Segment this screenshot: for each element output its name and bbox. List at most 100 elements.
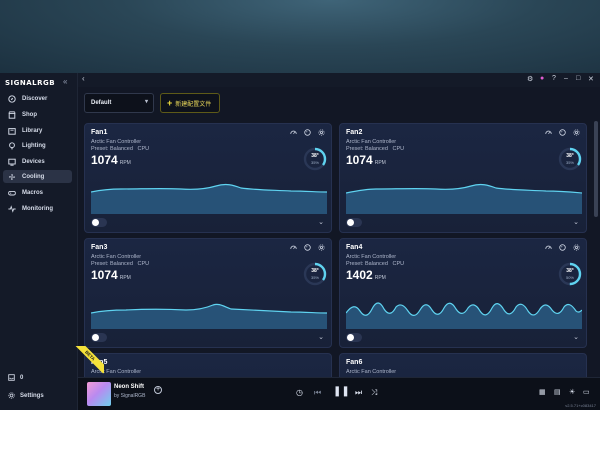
chevron-down-icon[interactable]: ⌄ [573, 333, 579, 341]
gear-icon[interactable] [573, 244, 580, 251]
pause-icon[interactable]: ❚❚ [333, 386, 350, 397]
sidebar-item-monitoring[interactable]: Monitoring [3, 202, 72, 215]
gauge-percent: 35% [565, 160, 574, 165]
fan-name: Fan6 [346, 359, 363, 366]
settings-label: Settings [20, 392, 44, 399]
gear-icon[interactable] [573, 129, 580, 136]
gauge-percent: 35% [310, 275, 319, 280]
help-icon[interactable]: ? [552, 75, 556, 82]
sidebar-item-lighting[interactable]: Lighting [3, 139, 72, 152]
fan-source: CPU [137, 146, 150, 152]
temperature-gauge [303, 147, 327, 171]
close-icon[interactable]: ✕ [588, 75, 594, 83]
library-icon [8, 127, 16, 135]
gear-icon[interactable] [318, 129, 325, 136]
add-effect-icon[interactable]: + [154, 386, 162, 394]
fan-speed-graph [346, 302, 582, 329]
fan-rpm-unit: RPM [374, 160, 386, 166]
fan-rpm-unit: RPM [374, 275, 386, 281]
fan-speed-graph [91, 303, 327, 329]
fan-speed-graph [91, 183, 327, 214]
palette-icon[interactable] [559, 129, 566, 136]
fan-enable-toggle[interactable] [91, 218, 107, 227]
collapse-sidebar-icon[interactable]: « [63, 77, 67, 86]
gauge-temperature: 38° [566, 153, 574, 159]
chevron-down-icon[interactable]: ⌄ [318, 333, 324, 341]
desktop-wallpaper [0, 0, 600, 73]
fan-rpm-unit: RPM [119, 275, 131, 281]
chevron-down-icon[interactable]: ⌄ [318, 218, 324, 226]
minimize-icon[interactable]: – [564, 75, 568, 82]
maximize-icon[interactable]: □ [576, 75, 580, 82]
screen-icon[interactable]: ▭ [583, 388, 590, 396]
fan-controller: Arctic Fan Controller [346, 254, 397, 260]
notifications-button[interactable]: 0 [8, 374, 23, 381]
fan-rpm-value: 1074 [91, 268, 118, 282]
fan-enable-toggle[interactable] [91, 333, 107, 342]
fan-preset: Preset: Balanced CPU [346, 146, 404, 152]
fan-card: Fan3 Arctic Fan Controller Preset: Balan… [84, 238, 332, 348]
fan-icon [8, 173, 16, 181]
sidebar-item-library[interactable]: Library [3, 124, 72, 137]
app-version: v2.5.71+c083417 [565, 403, 596, 408]
title-bar: ‹ ⚙ ● ? – □ ✕ [78, 73, 600, 87]
sidebar-item-discover[interactable]: Discover [3, 92, 72, 105]
gear-icon[interactable] [318, 244, 325, 251]
pulse-icon [8, 204, 16, 213]
speedometer-icon[interactable] [545, 129, 552, 136]
notification-bell-icon[interactable]: ● [540, 75, 544, 82]
grid-icon[interactable]: ▦ [539, 388, 546, 396]
brightness-icon[interactable]: ☀ [569, 388, 575, 396]
fan-controller: Arctic Fan Controller [91, 139, 142, 145]
sidebar-item-label: Library [22, 127, 43, 134]
fan-actions [545, 244, 580, 251]
palette-icon[interactable] [559, 244, 566, 251]
fan-enable-toggle[interactable] [346, 333, 362, 342]
gear-icon[interactable]: ⚙ [527, 75, 533, 83]
sidebar-item-devices[interactable]: Devices [3, 155, 72, 168]
fan-source: CPU [137, 261, 150, 267]
shuffle-icon[interactable]: ⤨ [371, 388, 377, 398]
layout-icon[interactable]: ▤ [554, 388, 561, 396]
notifications-count: 0 [20, 374, 24, 381]
profile-dropdown[interactable]: Default ▾ [84, 93, 154, 113]
fan-preset-label: Preset: Balanced [346, 146, 388, 152]
brand-logo: SIGNALRGB [5, 79, 56, 87]
fan-card: Fan4 Arctic Fan Controller Preset: Balan… [339, 238, 587, 348]
sidebar-item-macros[interactable]: Macros [3, 186, 72, 199]
temperature-gauge [303, 262, 327, 286]
fan-rpm: 1074 RPM [91, 268, 131, 282]
fan-rpm-value: 1074 [91, 153, 118, 167]
temperature-gauge [558, 262, 582, 286]
previous-icon[interactable]: ⏮ [314, 388, 321, 398]
effect-thumbnail[interactable] [87, 382, 111, 406]
bulb-icon [8, 141, 16, 150]
shop-icon [8, 110, 16, 119]
speedometer-icon[interactable] [290, 244, 297, 251]
gauge-temperature: 38° [311, 268, 319, 274]
content-scrollbar[interactable] [594, 121, 598, 217]
profile-value: Default [91, 100, 112, 106]
chevron-down-icon[interactable]: ⌄ [573, 218, 579, 226]
sidebar-item-label: Shop [22, 111, 37, 118]
fan-controller: Arctic Fan Controller [346, 369, 397, 375]
fan-actions [290, 244, 325, 251]
sidebar-item-shop[interactable]: Shop [3, 108, 72, 121]
palette-icon[interactable] [304, 129, 311, 136]
speedometer-icon[interactable] [545, 244, 552, 251]
plus-icon: + [167, 98, 173, 108]
sidebar-item-cooling[interactable]: Cooling [3, 170, 72, 183]
speedometer-icon[interactable] [290, 129, 297, 136]
gauge-temperature: 38° [311, 153, 319, 159]
new-config-button[interactable]: + 新建配置文件 [160, 93, 220, 113]
settings-button[interactable]: Settings [8, 392, 44, 399]
gear-icon [8, 392, 15, 399]
back-arrow-icon[interactable]: ‹ [82, 74, 85, 83]
fan-preset-label: Preset: Balanced [346, 261, 388, 267]
next-icon[interactable]: ⏭ [355, 388, 362, 398]
sidebar-item-label: Discover [22, 95, 48, 102]
fan-enable-toggle[interactable] [346, 218, 362, 227]
fan-preset: Preset: Balanced CPU [346, 261, 404, 267]
timer-icon[interactable]: ◷ [296, 388, 303, 397]
palette-icon[interactable] [304, 244, 311, 251]
